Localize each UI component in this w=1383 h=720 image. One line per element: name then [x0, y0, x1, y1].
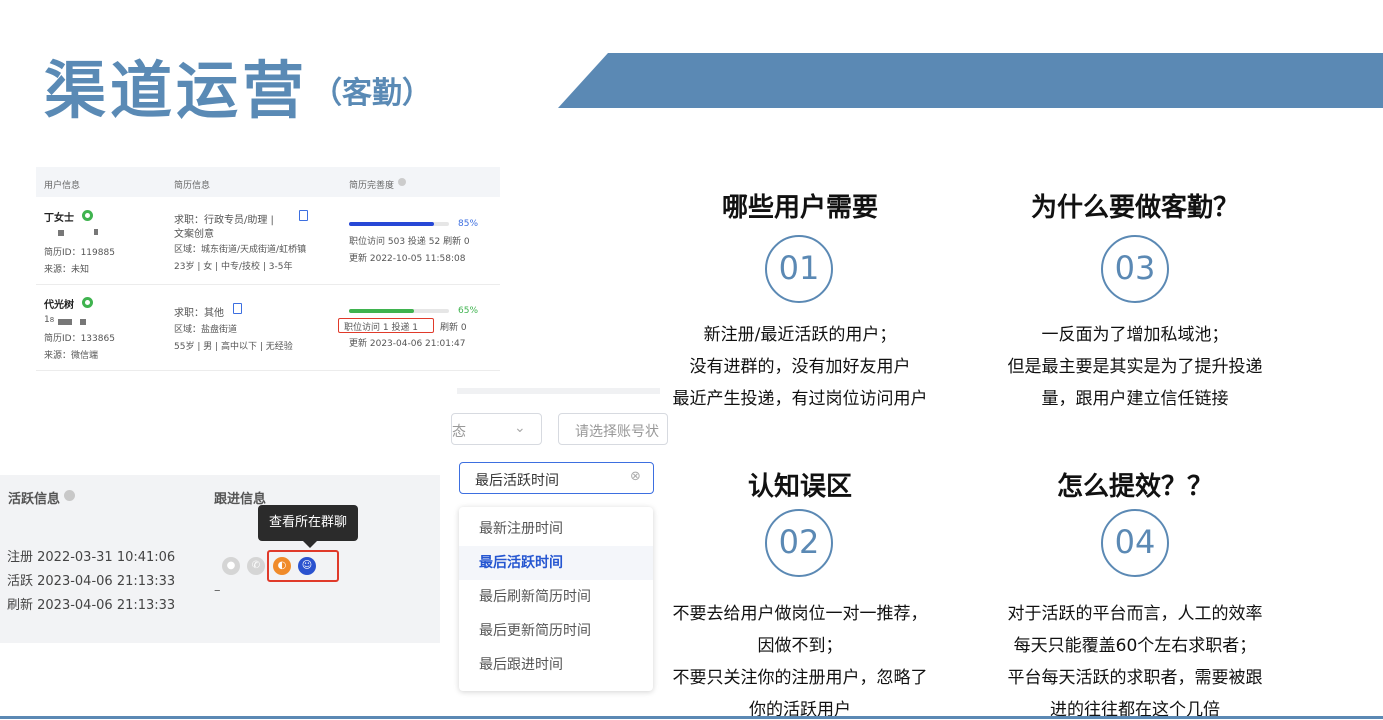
user-stats: 职位访问 1 投递 1: [344, 323, 419, 333]
section-text: 不要去给用户做岗位一对一推荐，: [672, 604, 928, 624]
page-subtitle: （客勤）: [312, 76, 432, 111]
profile: 23岁 | 女 | 中专/技校 | 3-5年: [174, 262, 293, 272]
masked-text: [58, 230, 64, 236]
completeness-percent: 85%: [458, 219, 479, 229]
completeness-percent: 65%: [458, 306, 479, 316]
job-intent-cont: 文案创意: [174, 229, 214, 240]
select-placeholder: 请选择账号状: [575, 424, 659, 440]
column-header-follow: 跟进信息: [214, 492, 267, 507]
resume-id: 简历ID：133865: [44, 334, 115, 344]
clear-icon[interactable]: ⊗: [630, 469, 641, 484]
completeness-fill: [349, 309, 414, 313]
user-list-screenshot: 用户信息 简历信息 简历完善度 丁女士 简历ID：119885 来源：未知 求职…: [36, 167, 500, 372]
phone-icon[interactable]: ✆: [247, 557, 265, 575]
masked-text: [94, 229, 98, 235]
completeness-fill: [349, 222, 434, 226]
dropdown-option[interactable]: 最后刷新简历时间: [459, 580, 653, 614]
section-title: 认知误区: [747, 472, 852, 502]
section-number: 01: [765, 235, 833, 303]
updated-time: 更新 2023-04-06 21:01:47: [349, 339, 466, 349]
section-text: 但是最主要是其实是为了提升投递: [1007, 357, 1263, 377]
completeness-bar: [349, 309, 449, 313]
resume-doc-icon[interactable]: [299, 210, 308, 221]
section-title: 怎么提效？？: [1056, 472, 1213, 502]
masked-text: [80, 319, 86, 325]
column-header-completeness: 简历完善度: [349, 181, 395, 191]
updated-time: 更新 2022-10-05 11:58:08: [349, 254, 466, 264]
user-stats: 职位访问 503 投递 52 刷新 0: [349, 237, 470, 247]
section-text: 因做不到；: [757, 636, 843, 656]
resume-doc-icon[interactable]: [233, 303, 242, 314]
help-icon: [398, 178, 406, 186]
resume-id: 简历ID：119885: [44, 248, 115, 258]
section-title: 哪些用户需要: [721, 193, 878, 223]
section-text: 每天只能覆盖60个左右求职者；: [1013, 636, 1257, 656]
section-text: 最近产生投递，有过岗位访问用户: [672, 389, 928, 409]
user-source: 来源：未知: [44, 265, 90, 275]
sort-dropdown: 最新注册时间 最后活跃时间 最后刷新简历时间 最后更新简历时间 最后跟进时间: [459, 507, 653, 691]
group-chat-tooltip: 查看所在群聊: [258, 505, 358, 548]
header-banner: [558, 53, 1383, 108]
user-source: 来源：微信端: [44, 351, 99, 361]
bottom-rule: [0, 716, 1383, 719]
section-number: 02: [765, 509, 833, 577]
table-header: [36, 167, 500, 197]
profile: 55岁 | 男 | 高中以下 | 无经验: [174, 342, 293, 352]
section-text: 平台每天活跃的求职者，需要被跟: [1007, 668, 1263, 688]
highlight-box: [267, 550, 339, 582]
section-text: 量，跟用户建立信任链接: [1041, 389, 1229, 409]
area: 区域：盐盘街道: [174, 325, 238, 335]
section-text: 对于活跃的平台而言，人工的效率: [1007, 604, 1263, 624]
masked-text: [58, 319, 72, 325]
job-intent: 求职：其他: [174, 308, 224, 319]
section-text: 新注册/最近活跃的用户；: [703, 325, 897, 345]
refresh-time: 刷新 2023-04-06 21:13:33: [7, 598, 176, 613]
section-number: 04: [1101, 509, 1169, 577]
user-name[interactable]: 丁女士: [44, 209, 74, 224]
section-text: 没有进群的，没有加好友用户: [689, 357, 911, 377]
completeness-bar: [349, 222, 449, 226]
section-text: 一反面为了增加私域池；: [1041, 325, 1229, 345]
wechat-icon: [82, 210, 93, 221]
follow-value: –: [214, 583, 221, 598]
register-time: 注册 2022-03-31 10:41:06: [7, 550, 176, 565]
dropdown-option-selected[interactable]: 最后活跃时间: [459, 546, 653, 580]
column-header-user: 用户信息: [44, 181, 81, 191]
wechat-icon[interactable]: ●: [222, 557, 240, 575]
activity-screenshot: 活跃信息 跟进信息 注册 2022-03-31 10:41:06 活跃 2023…: [0, 475, 440, 643]
masked-phone-prefix: 18: [44, 315, 55, 325]
chevron-down-icon: ⌄: [514, 420, 526, 436]
page-title: 渠道运营: [44, 54, 309, 127]
status-select[interactable]: 态 ⌄: [451, 413, 542, 445]
select-value: 最后活跃时间: [475, 473, 559, 489]
row-divider: [36, 284, 500, 285]
help-icon: [64, 490, 75, 501]
account-status-select[interactable]: 请选择账号状: [558, 413, 668, 445]
row-divider: [36, 370, 500, 371]
dropdown-option[interactable]: 最后跟进时间: [459, 648, 653, 682]
toolbar-strip: [457, 388, 660, 394]
section-title: 为什么要做客勤？: [1030, 193, 1239, 223]
section-text: 不要只关注你的注册用户，忽略了: [672, 668, 928, 688]
dropdown-option[interactable]: 最后更新简历时间: [459, 614, 653, 648]
user-name[interactable]: 代光树: [44, 296, 74, 311]
job-intent: 求职：行政专员/助理 |: [174, 215, 274, 226]
column-header-resume: 简历信息: [174, 181, 211, 191]
column-header-active: 活跃信息: [8, 492, 61, 507]
sort-select[interactable]: 最后活跃时间 ⊗: [459, 462, 654, 494]
area: 区域：城东街道/天成街道/虹桥镇: [174, 245, 307, 255]
select-value: 态: [452, 424, 466, 440]
refresh-count: 刷新 0: [440, 323, 467, 333]
dropdown-option[interactable]: 最新注册时间: [459, 512, 653, 546]
section-number: 03: [1101, 235, 1169, 303]
wechat-icon: [82, 297, 93, 308]
active-time: 活跃 2023-04-06 21:13:33: [7, 574, 176, 589]
